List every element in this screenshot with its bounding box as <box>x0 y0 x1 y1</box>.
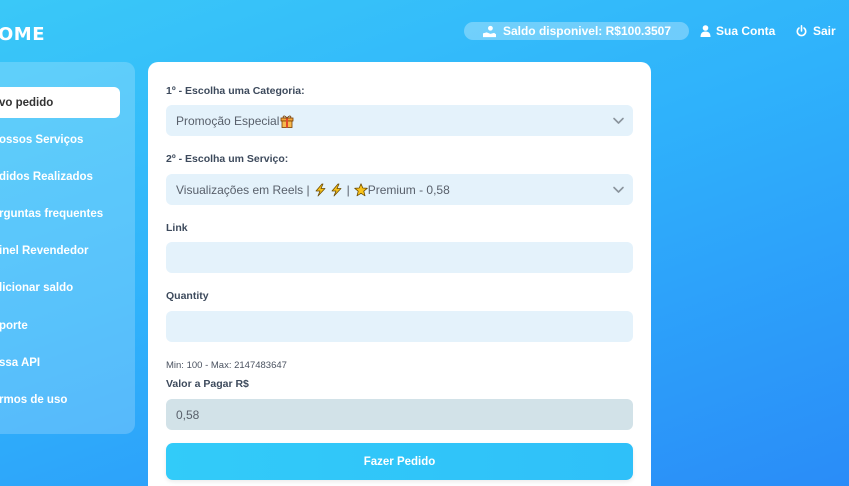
chevron-down-icon <box>613 186 624 193</box>
star-icon <box>354 182 368 196</box>
sidebar-item-terms[interactable]: rmos de uso <box>0 384 120 415</box>
sidebar-item-services[interactable]: ossos Serviços <box>0 124 120 155</box>
logout-label: Sair <box>813 24 836 38</box>
service-premium: Premium - 0,58 <box>367 182 450 197</box>
category-select[interactable]: Promoção Especial <box>166 105 633 136</box>
power-icon <box>796 25 807 37</box>
sidebar-item-orders[interactable]: didos Realizados <box>0 161 120 192</box>
sidebar: vo pedido ossos Serviços didos Realizado… <box>0 62 135 434</box>
logout-link[interactable]: Sair <box>796 24 836 38</box>
service-separator: | <box>346 182 350 197</box>
sidebar-item-add-funds[interactable]: licionar saldo <box>0 272 120 303</box>
sidebar-item-reseller[interactable]: inel Revendedor <box>0 235 120 266</box>
lightning-icon <box>331 183 342 196</box>
category-label: 1º - Escolha uma Categoria: <box>166 85 305 97</box>
quantity-label: Quantity <box>166 290 209 302</box>
sidebar-item-new-order[interactable]: vo pedido <box>0 87 120 118</box>
balance-badge: Saldo disponivel: R$100.3507 <box>464 22 689 40</box>
link-input[interactable] <box>166 242 633 273</box>
price-value: 0,58 <box>176 407 200 422</box>
account-label: Sua Conta <box>716 24 776 38</box>
category-value: Promoção Especial <box>176 113 280 128</box>
logo[interactable]: OME <box>0 24 45 45</box>
hand-coin-icon <box>482 25 496 37</box>
account-link[interactable]: Sua Conta <box>700 24 775 38</box>
service-name: Visualizações em Reels | <box>176 182 310 197</box>
user-icon <box>700 25 711 37</box>
price-field: 0,58 <box>166 399 633 430</box>
lightning-icon <box>315 183 326 196</box>
chevron-down-icon <box>613 117 624 124</box>
link-label: Link <box>166 222 188 234</box>
submit-order-button[interactable]: Fazer Pedido <box>166 443 633 480</box>
quantity-input[interactable] <box>166 311 633 342</box>
sidebar-item-support[interactable]: porte <box>0 310 120 341</box>
service-label: 2º - Escolha um Serviço: <box>166 153 289 165</box>
quantity-limits: Min: 100 - Max: 2147483647 <box>166 360 287 371</box>
sidebar-item-faq[interactable]: rguntas frequentes <box>0 198 120 229</box>
gift-icon <box>280 115 294 128</box>
price-label: Valor a Pagar R$ <box>166 378 249 390</box>
sidebar-item-api[interactable]: ssa API <box>0 347 120 378</box>
service-select[interactable]: Visualizações em Reels | | Premium - 0,5… <box>166 174 633 205</box>
balance-label: Saldo disponivel: R$100.3507 <box>502 24 672 38</box>
